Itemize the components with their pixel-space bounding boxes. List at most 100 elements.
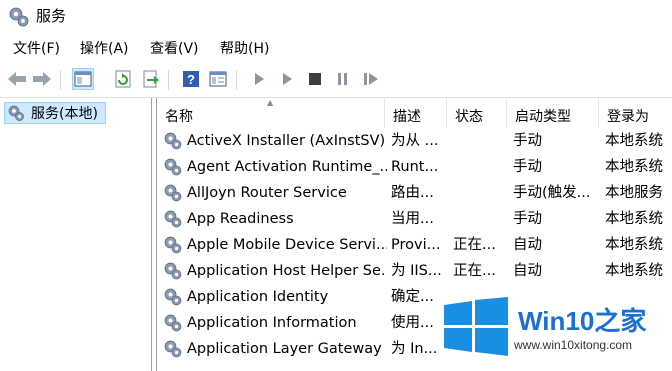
service-name: ActiveX Installer (AxInstSV) (187, 133, 386, 149)
tree-item-label: 服务(本地) (31, 106, 98, 122)
service-startup-type: 自动 (513, 237, 542, 253)
service-name: Application Host Helper Se... (187, 263, 387, 279)
service-name-cell: AllJoyn Router Service (163, 180, 387, 206)
watermark-brand-name: Win10 (518, 306, 595, 336)
service-description: 使用... (391, 315, 434, 331)
windows-logo-icon (444, 297, 508, 356)
service-startup-type: 手动 (513, 133, 542, 149)
list-header: ▲ 名称 描述 状态 启动类型 登录为 (157, 98, 672, 128)
service-description: 路由... (391, 185, 434, 201)
service-gear-icon (163, 209, 183, 229)
table-row[interactable]: AllJoyn Router Service 路由... 手动(触发... 本地服务 (157, 180, 672, 206)
service-status (453, 128, 507, 154)
services-gear-icon (9, 7, 29, 27)
column-header-description[interactable]: 描述 (385, 98, 447, 128)
column-header-status[interactable]: 状态 (447, 98, 507, 128)
table-row[interactable]: Apple Mobile Device Servi... Provi... 正在..… (157, 232, 672, 258)
show-hide-console-tree-icon[interactable] (72, 68, 94, 90)
watermark: Win10之家 www.win10xitong.com (438, 293, 672, 371)
service-gear-icon (163, 339, 183, 359)
table-row[interactable]: App Readiness 当用... 手动 本地系统 (157, 206, 672, 232)
title-bar: 服务 (0, 0, 672, 34)
service-name: Apple Mobile Device Servi... (187, 237, 387, 253)
service-name: Application Identity (187, 289, 329, 305)
service-startup-type: 手动 (513, 159, 542, 175)
service-startup-type: 手动 (513, 211, 542, 227)
service-gear-icon (163, 131, 183, 151)
menu-file[interactable]: 文件(F) (13, 39, 60, 59)
properties-icon[interactable] (207, 68, 229, 90)
service-name-cell: Agent Activation Runtime_... (163, 154, 387, 180)
table-row[interactable]: ActiveX Installer (AxInstSV) 为从 ... 手动 本地系统 (157, 128, 672, 154)
service-name: Application Layer Gateway ... (187, 341, 387, 357)
service-description: 为 IIS... (391, 263, 442, 279)
watermark-url: www.win10xitong.com (514, 338, 633, 352)
service-name-cell: Application Host Helper Se... (163, 258, 387, 284)
service-status (453, 154, 507, 180)
console-tree-pane: 服务(本地) (0, 98, 152, 371)
column-header-name[interactable]: 名称 (157, 98, 385, 128)
column-header-startup-type[interactable]: 启动类型 (507, 98, 599, 128)
service-name: AllJoyn Router Service (187, 185, 347, 201)
menu-view[interactable]: 查看(V) (150, 39, 199, 59)
service-logon-as: 本地系统 (605, 159, 663, 175)
refresh-icon[interactable] (112, 68, 134, 90)
service-gear-icon (163, 261, 183, 281)
services-gear-icon (8, 105, 24, 121)
service-gear-icon (163, 235, 183, 255)
start-service-alt-icon[interactable] (276, 68, 298, 90)
menu-bar: 文件(F) 操作(A) 查看(V) 帮助(H) (0, 36, 672, 62)
watermark-brand: Win10之家 (518, 301, 646, 338)
menu-action[interactable]: 操作(A) (80, 39, 129, 59)
service-description: 确定... (391, 289, 434, 305)
forward-icon[interactable] (31, 68, 53, 90)
service-logon-as: 本地系统 (605, 211, 663, 227)
service-logon-as: 本地服务 (605, 185, 663, 201)
service-name-cell: App Readiness (163, 206, 387, 232)
service-name: Application Information (187, 315, 357, 331)
table-row[interactable]: Application Host Helper Se... 为 IIS... 正在.… (157, 258, 672, 284)
service-description: 当用... (391, 211, 434, 227)
restart-service-icon[interactable] (360, 68, 382, 90)
service-logon-as: 本地系统 (605, 133, 663, 149)
service-description: 为 In... (391, 341, 438, 357)
start-service-icon[interactable] (248, 68, 270, 90)
toolbar-separator (60, 70, 61, 90)
service-gear-icon (163, 157, 183, 177)
back-icon[interactable] (6, 68, 28, 90)
service-name-cell: ActiveX Installer (AxInstSV) (163, 128, 387, 154)
table-row[interactable]: Agent Activation Runtime_... Runt... 手动 本地系… (157, 154, 672, 180)
service-name-cell: Application Information (163, 310, 387, 336)
tree-item-services-local[interactable]: 服务(本地) (4, 102, 106, 124)
service-description: 为从 ... (391, 133, 439, 149)
service-status (453, 180, 507, 206)
service-logon-as: 本地系统 (605, 263, 663, 279)
pause-service-icon[interactable] (332, 68, 354, 90)
service-status: 正在... (453, 263, 496, 279)
service-gear-icon (163, 183, 183, 203)
service-gear-icon (163, 313, 183, 333)
service-name: App Readiness (187, 211, 294, 227)
svg-text:?: ? (187, 72, 195, 87)
service-status (453, 206, 507, 232)
toolbar: ? (0, 64, 672, 96)
watermark-brand-suffix: 之家 (594, 306, 647, 336)
service-name-cell: Application Layer Gateway ... (163, 336, 387, 362)
toolbar-separator (168, 70, 169, 90)
help-icon[interactable]: ? (180, 68, 202, 90)
service-name: Agent Activation Runtime_... (187, 159, 387, 175)
service-gear-icon (163, 287, 183, 307)
stop-service-icon[interactable] (304, 68, 326, 90)
toolbar-separator (236, 70, 237, 90)
service-name-cell: Apple Mobile Device Servi... (163, 232, 387, 258)
service-description: Runt... (391, 159, 439, 175)
service-status: 正在... (453, 237, 496, 253)
service-name-cell: Application Identity (163, 284, 387, 310)
menu-help[interactable]: 帮助(H) (220, 39, 269, 59)
service-startup-type: 自动 (513, 263, 542, 279)
column-header-logon-as[interactable]: 登录为 (599, 98, 672, 128)
export-list-icon[interactable] (140, 68, 162, 90)
window-title: 服务 (36, 7, 67, 25)
service-logon-as: 本地系统 (605, 237, 663, 253)
service-startup-type: 手动(触发... (513, 185, 591, 201)
